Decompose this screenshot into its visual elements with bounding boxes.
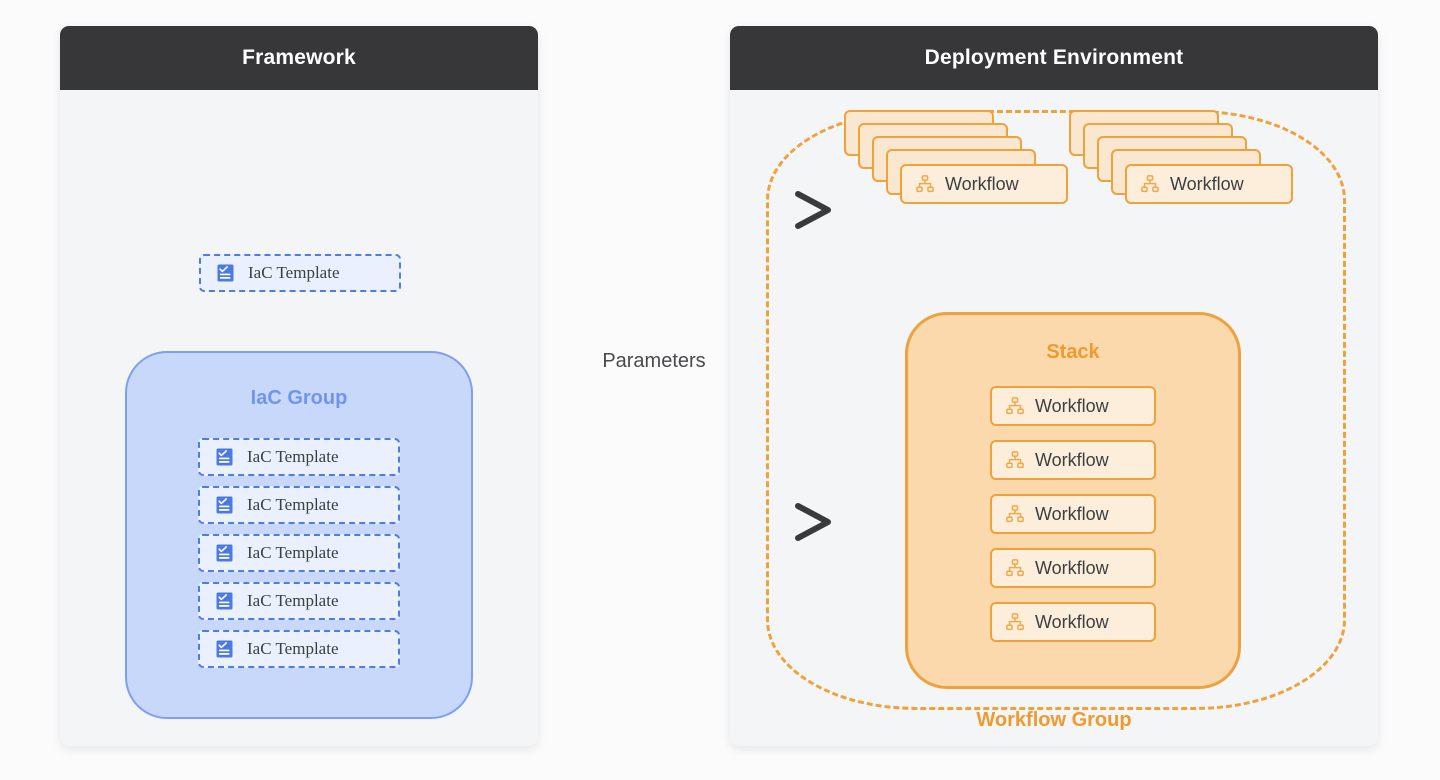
iac-template-chip[interactable]: IaC Template [198,534,400,572]
workflow-chip[interactable]: Workflow [990,494,1156,534]
panel-framework-title: Framework [242,46,356,69]
iac-template-label: IaC Template [247,639,339,658]
iac-template-chip[interactable]: IaC Template [198,630,400,668]
workflow-chip[interactable]: Workflow [990,602,1156,642]
workflow-label: Workflow [1035,557,1109,578]
iac-template-list: IaC Template IaC Template IaC Template I… [198,438,400,668]
workflow-hierarchy-icon [916,175,934,193]
iac-template-standalone[interactable]: IaC Template [199,254,401,292]
iac-template-label: IaC Template [247,543,339,562]
template-checklist-icon [216,640,233,658]
parameters-label: Parameters [602,350,706,372]
workflow-stack-front-card[interactable]: Workflow [1125,164,1293,204]
template-checklist-icon [216,496,233,514]
arrow-template-to-workflows [498,191,831,229]
workflow-chip[interactable]: Workflow [990,386,1156,426]
arrow-group-to-stack [498,503,831,541]
workflow-card-stack-1[interactable]: Workflow [844,110,1068,210]
architecture-diagram: Framework IaC Template IaC Group IaC Tem… [0,0,1440,780]
workflow-stack-front-card[interactable]: Workflow [900,164,1068,204]
workflow-chip[interactable]: Workflow [990,548,1156,588]
workflow-chip[interactable]: Workflow [990,440,1156,480]
workflow-label: Workflow [1170,173,1244,194]
iac-template-chip[interactable]: IaC Template [198,438,400,476]
template-checklist-icon [217,264,234,282]
workflow-label: Workflow [1035,395,1109,416]
panel-deployment-header: Deployment Environment [730,26,1378,90]
template-checklist-icon [216,592,233,610]
iac-group-title: IaC Group [250,387,348,409]
panel-deployment-environment: Deployment Environment Workflow Group Wo… [730,26,1378,746]
iac-template-chip[interactable]: IaC Template [198,582,400,620]
iac-template-chip[interactable]: IaC Template [199,254,401,292]
workflow-hierarchy-icon [1006,559,1024,577]
panel-framework-header: Framework [60,26,538,90]
iac-template-label: IaC Template [247,447,339,466]
workflow-card-stack-2[interactable]: Workflow [1069,110,1293,210]
panel-deployment-title: Deployment Environment [924,46,1184,69]
iac-group-container: IaC Group IaC Template IaC Template IaC … [125,351,473,719]
workflow-hierarchy-icon [1006,397,1024,415]
iac-template-label: IaC Template [247,591,339,610]
workflow-label: Workflow [1035,503,1109,524]
workflow-hierarchy-icon [1006,613,1024,631]
iac-template-chip[interactable]: IaC Template [198,486,400,524]
workflow-label: Workflow [945,173,1019,194]
stack-workflow-list: Workflow Workflow Workflow Workflow Work… [990,386,1156,642]
stack-title: Stack [1046,341,1100,363]
workflow-hierarchy-icon [1006,505,1024,523]
workflow-label: Workflow [1035,449,1109,470]
workflow-label: Workflow [1035,611,1109,632]
panel-framework-body: IaC Template IaC Group IaC Template IaC … [60,90,538,746]
stack-container: Stack Workflow Workflow Workflow Workflo… [905,312,1241,689]
workflow-hierarchy-icon [1006,451,1024,469]
workflow-hierarchy-icon [1141,175,1159,193]
iac-template-label: IaC Template [248,263,340,282]
workflow-group-label: Workflow Group [976,709,1132,731]
panel-deployment-body: Workflow Group Workflow Workflow Stack W… [730,90,1378,746]
panel-framework: Framework IaC Template IaC Group IaC Tem… [60,26,538,746]
iac-template-label: IaC Template [247,495,339,514]
template-checklist-icon [216,544,233,562]
template-checklist-icon [216,448,233,466]
